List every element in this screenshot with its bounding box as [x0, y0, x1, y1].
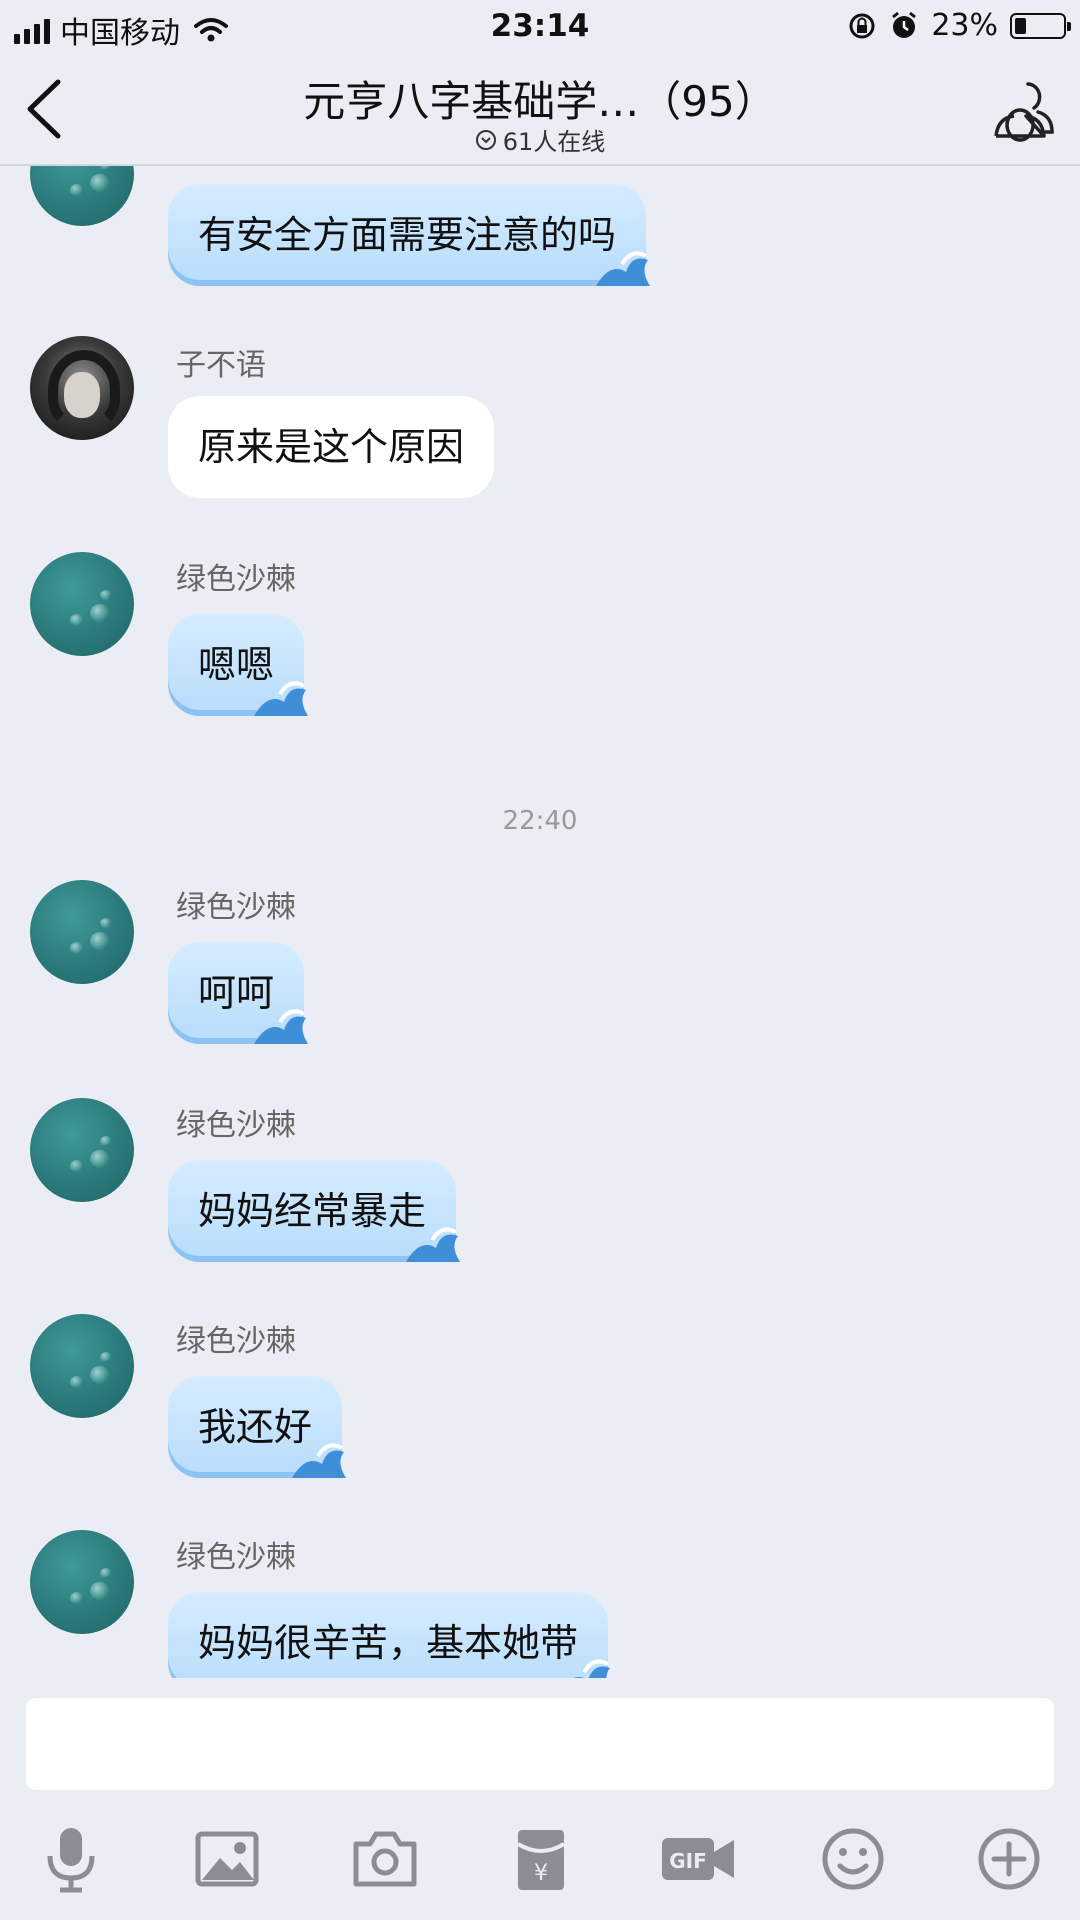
input-toolbar: ¥ GIF — [0, 1808, 1080, 1908]
wave-decoration-icon — [292, 1443, 347, 1478]
sender-name: 子不语 — [176, 348, 266, 383]
message-bubble[interactable]: 妈妈很辛苦，基本她带 — [168, 1592, 611, 1678]
message-bubble[interactable]: 嗯嗯 — [168, 614, 309, 716]
online-status: 61人在线 — [0, 122, 1080, 157]
message-bubble[interactable]: 我还好 — [168, 1376, 347, 1478]
status-bar: 中国移动 23:14 23% — [0, 0, 1080, 56]
online-count: 61人在线 — [502, 128, 606, 156]
avatar[interactable] — [30, 1530, 134, 1634]
chat-header: 元亨八字基础学…（95） 61人在线 — [0, 56, 1080, 166]
message-list[interactable]: 有安全方面需要注意的吗 子不语 原来是这个原因 绿色沙棘 嗯嗯 22:40 绿色… — [0, 118, 1080, 1678]
gif-icon[interactable]: GIF — [660, 1824, 736, 1894]
group-members-icon[interactable] — [990, 76, 1056, 142]
message-text: 妈妈很辛苦，基本她带 — [198, 1621, 579, 1665]
battery-fill — [1015, 17, 1026, 34]
microphone-icon[interactable] — [36, 1824, 106, 1894]
message-bubble[interactable]: 妈妈经常暴走 — [168, 1160, 461, 1262]
sender-name: 绿色沙棘 — [176, 890, 296, 925]
wave-decoration-icon — [596, 251, 651, 286]
rotation-lock-icon — [849, 13, 875, 38]
sender-name: 绿色沙棘 — [176, 1108, 296, 1143]
sender-name: 绿色沙棘 — [176, 1540, 296, 1575]
wave-decoration-icon — [254, 681, 309, 716]
message-input[interactable] — [26, 1698, 1054, 1790]
alarm-icon — [892, 11, 917, 38]
wave-decoration-icon — [406, 1227, 461, 1262]
message-text: 原来是这个原因 — [198, 425, 465, 469]
red-packet-icon[interactable]: ¥ — [506, 1824, 576, 1894]
wave-decoration-icon — [574, 1659, 611, 1678]
message-bubble[interactable]: 原来是这个原因 — [168, 396, 495, 498]
sender-name: 绿色沙棘 — [176, 1324, 296, 1359]
wave-decoration-icon — [254, 1009, 309, 1044]
svg-text:GIF: GIF — [669, 1849, 707, 1873]
timestamp: 22:40 — [502, 806, 578, 836]
image-icon[interactable] — [192, 1824, 262, 1894]
avatar[interactable] — [30, 880, 134, 984]
sender-name: 绿色沙棘 — [176, 562, 296, 597]
avatar[interactable] — [30, 336, 134, 440]
battery-percent: 23% — [931, 8, 998, 43]
message-bubble[interactable]: 呵呵 — [168, 942, 309, 1044]
message-text: 妈妈经常暴走 — [198, 1189, 427, 1233]
plus-icon[interactable] — [974, 1824, 1044, 1894]
chevron-down-circle-icon — [475, 129, 496, 150]
message-bubble[interactable]: 有安全方面需要注意的吗 — [168, 184, 651, 286]
avatar[interactable] — [30, 1098, 134, 1202]
emoji-icon[interactable] — [818, 1824, 888, 1894]
avatar[interactable] — [30, 1314, 134, 1418]
avatar[interactable] — [30, 552, 134, 656]
group-title[interactable]: 元亨八字基础学…（95） — [0, 68, 1080, 129]
status-right: 23% — [847, 8, 1071, 43]
message-text: 有安全方面需要注意的吗 — [198, 213, 617, 257]
camera-icon[interactable] — [350, 1824, 420, 1894]
battery-icon — [1010, 12, 1071, 39]
svg-text:¥: ¥ — [534, 1861, 548, 1886]
